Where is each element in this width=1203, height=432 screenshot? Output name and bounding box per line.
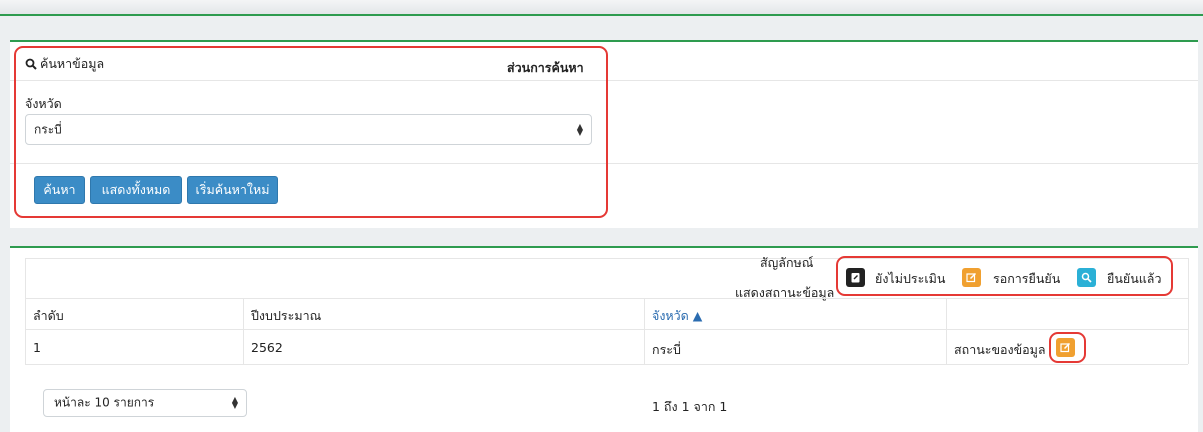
top-navbar [0, 0, 1203, 16]
column-header-index[interactable]: ลำดับ [33, 306, 64, 326]
table-border-left [25, 258, 26, 364]
pagination-info: 1 ถึง 1 จาก 1 [652, 399, 728, 414]
status-highlight-box [1049, 332, 1086, 363]
cell-year: 2562 [251, 340, 283, 355]
legend-title: สัญลักษณ์ [760, 255, 814, 270]
cell-province: กระบี่ [652, 342, 681, 357]
cell-status-label: สถานะของข้อมูล [954, 342, 1046, 357]
page-size-select[interactable]: หน้าละ 10 รายการ ▲ ▼ [43, 389, 247, 417]
search-highlight-box [14, 46, 608, 218]
page-size-value: หน้าละ 10 รายการ [54, 395, 155, 410]
table-border-right [1188, 258, 1189, 364]
cell-index: 1 [33, 340, 41, 355]
select-caret-icon: ▲ ▼ [231, 395, 238, 410]
column-divider [644, 298, 645, 364]
legend-highlight-box [836, 256, 1173, 296]
column-header-province[interactable]: จังหวัด ▲ [652, 306, 702, 326]
column-divider [946, 298, 947, 364]
table-border-bottom [25, 364, 1188, 365]
column-divider [243, 298, 244, 364]
table-header-top [25, 298, 1188, 299]
table-row-divider [25, 329, 1188, 330]
column-header-year[interactable]: ปีงบประมาณ [251, 306, 321, 326]
legend-subtitle: แสดงสถานะข้อมูล [735, 285, 835, 300]
